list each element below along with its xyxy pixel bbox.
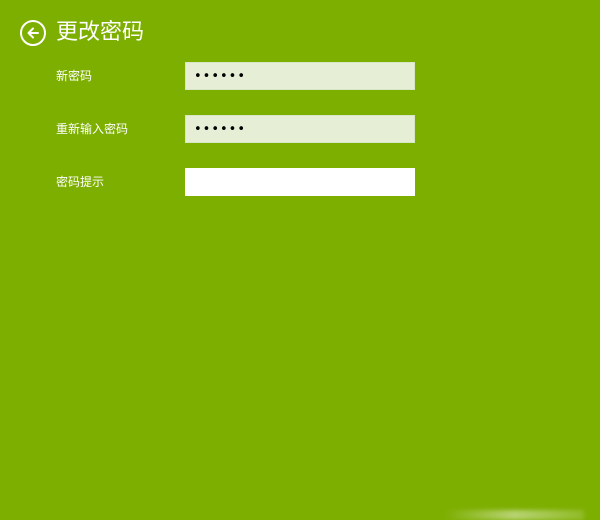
confirm-password-field[interactable]	[185, 115, 415, 143]
password-hint-row: 密码提示	[56, 168, 416, 196]
new-password-field[interactable]	[185, 62, 415, 90]
password-hint-label: 密码提示	[56, 175, 105, 189]
watermark-smudge	[444, 510, 584, 520]
confirm-password-row: 重新输入密码	[56, 115, 416, 143]
new-password-row: 新密码	[56, 62, 416, 90]
page-header: 更改密码	[20, 18, 144, 48]
back-arrow-glyph	[27, 27, 39, 39]
confirm-password-label: 重新输入密码	[56, 122, 129, 136]
new-password-label: 新密码	[56, 69, 93, 83]
page-title: 更改密码	[56, 20, 145, 45]
back-arrow-circle-icon[interactable]	[20, 20, 46, 46]
password-hint-field[interactable]	[185, 168, 415, 196]
